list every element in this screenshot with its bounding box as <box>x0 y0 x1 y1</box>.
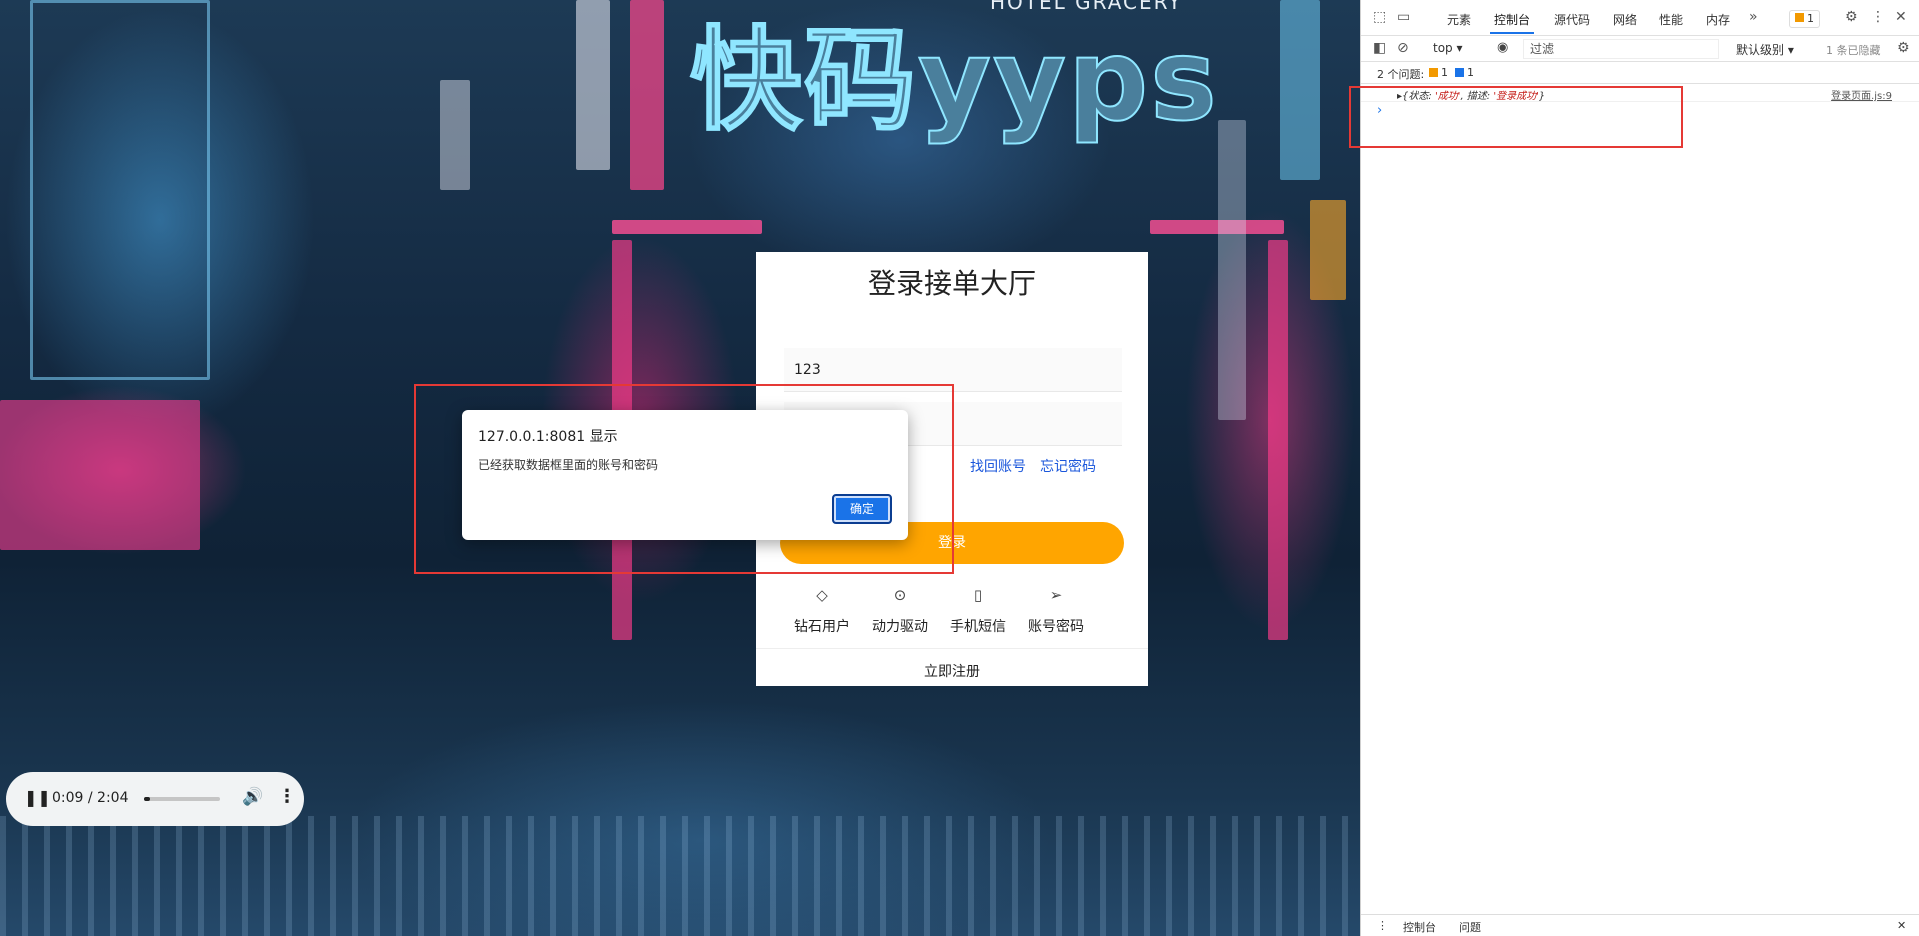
console-filter-input[interactable]: 过滤 <box>1523 39 1719 59</box>
issue-info-count: 1 <box>1467 66 1474 79</box>
recover-account-link[interactable]: 找回账号 <box>970 456 1026 476</box>
more-options-icon[interactable]: ⋮ <box>278 786 296 807</box>
device-toolbar-icon[interactable]: ▭ <box>1397 9 1410 25</box>
alert-ok-button[interactable]: 确定 <box>832 494 892 524</box>
option-label: 手机短信 <box>950 619 1006 635</box>
page-viewport: HOTEL GRACERY 快码yyps 登录接单大厅 123 找回账号 忘记密… <box>0 0 1360 936</box>
drawer-menu-icon[interactable]: ⋮ <box>1377 919 1388 932</box>
devtools-panel: ⬚ ▭ 元素 控制台 源代码 网络 性能 内存 » 1 ⚙ ⋮ ✕ ◧ ⊘ to… <box>1349 0 1919 936</box>
diamond-icon: ◇ <box>816 586 828 604</box>
tab-performance[interactable]: 性能 <box>1659 11 1683 28</box>
option-sms[interactable]: ▯ 手机短信 <box>940 584 1016 636</box>
alert-title: 127.0.0.1:8081 显示 <box>478 429 618 445</box>
info-icon <box>1455 68 1464 77</box>
hidden-count: 1 条已隐藏 <box>1826 44 1881 57</box>
phone-icon: ▯ <box>973 586 983 604</box>
alert-message: 已经获取数据框里面的账号和密码 <box>478 458 659 472</box>
console-log-entry[interactable]: ▸{状态: '成功', 描述: '登录成功'} 登录页面.js:9 <box>1361 84 1919 102</box>
neon-sign <box>1280 0 1320 180</box>
tab-console[interactable]: 控制台 <box>1489 11 1535 34</box>
option-label: 账号密码 <box>1028 619 1084 635</box>
clear-console-icon[interactable]: ⊘ <box>1397 40 1409 56</box>
warning-icon <box>1429 68 1438 77</box>
hero-title: 快码yyps <box>689 16 1219 146</box>
neon-sign <box>1268 240 1288 640</box>
warning-icon <box>1795 13 1804 22</box>
tab-sources[interactable]: 源代码 <box>1554 11 1590 28</box>
log-suffix: } <box>1538 91 1546 102</box>
option-account-password[interactable]: ➢ 账号密码 <box>1018 584 1094 636</box>
close-devtools-icon[interactable]: ✕ <box>1895 9 1907 25</box>
tab-network[interactable]: 网络 <box>1613 11 1637 28</box>
log-prefix: ▸{状态: <box>1397 91 1435 102</box>
neon-sign <box>630 0 664 190</box>
audio-seek-fill <box>144 797 150 801</box>
tab-memory[interactable]: 内存 <box>1706 11 1730 28</box>
issues-count-text: 2 个问题: <box>1377 68 1425 81</box>
audio-player: ❚❚ 0:09 / 2:04 🔊 ⋮ <box>6 772 304 826</box>
issue-warning-count: 1 <box>1441 66 1448 79</box>
neon-sign <box>1310 200 1346 300</box>
log-levels-dropdown[interactable]: 默认级别 ▾ <box>1736 41 1794 58</box>
issue-warning-chip[interactable]: 1 <box>1429 66 1448 79</box>
volume-icon[interactable]: 🔊 <box>242 787 263 807</box>
console-prompt-row[interactable]: › <box>1361 102 1919 120</box>
drawer-tab-console[interactable]: 控制台 <box>1403 919 1436 935</box>
neon-sign <box>1150 220 1284 234</box>
context-selector[interactable]: top ▾ <box>1433 41 1463 55</box>
console-toolbar: ◧ ⊘ top ▾ ◉ 过滤 默认级别 ▾ 1 条已隐藏 ⚙ <box>1361 36 1919 62</box>
neon-sign <box>0 400 200 550</box>
audio-seek-bar[interactable] <box>144 797 220 801</box>
option-label: 动力驱动 <box>872 619 928 635</box>
tab-elements[interactable]: 元素 <box>1447 11 1471 28</box>
log-status-value: '成功' <box>1434 91 1461 102</box>
log-desc-value: '登录成功' <box>1493 91 1539 102</box>
option-power-drive[interactable]: ⊙ 动力驱动 <box>862 584 938 636</box>
live-expression-eye-icon[interactable]: ◉ <box>1497 40 1508 55</box>
neon-sign <box>1218 120 1246 420</box>
neon-sign <box>612 220 762 234</box>
pause-icon[interactable]: ❚❚ <box>24 788 51 807</box>
drawer-tab-issues[interactable]: 问题 <box>1459 919 1481 935</box>
option-diamond-user[interactable]: ◇ 钻石用户 <box>784 584 860 636</box>
issues-bar[interactable]: 2 个问题: 1 1 <box>1361 62 1919 84</box>
inspect-icon[interactable]: ⬚ <box>1373 9 1386 25</box>
alert-dialog: 127.0.0.1:8081 显示 已经获取数据框里面的账号和密码 确定 <box>462 410 908 540</box>
hotel-sign-text: HOTEL GRACERY <box>990 0 1183 14</box>
neon-sign <box>576 0 610 170</box>
audio-time: 0:09 / 2:04 <box>52 790 129 806</box>
log-object: ▸{状态: '成功', 描述: '登录成功'} <box>1397 87 1545 102</box>
settings-gear-icon[interactable]: ⚙ <box>1845 9 1858 25</box>
username-value: 123 <box>794 362 821 378</box>
neon-sign <box>440 80 470 190</box>
log-source-link[interactable]: 登录页面.js:9 <box>1831 87 1892 102</box>
register-link[interactable]: 立即注册 <box>756 648 1148 681</box>
neon-sign <box>30 0 210 380</box>
devtools-tabbar: ⬚ ▭ 元素 控制台 源代码 网络 性能 内存 » 1 ⚙ ⋮ ✕ <box>1361 0 1919 36</box>
username-input[interactable]: 123 <box>784 348 1122 392</box>
close-drawer-icon[interactable]: ✕ <box>1897 919 1906 932</box>
login-title: 登录接单大厅 <box>867 267 1036 300</box>
forgot-password-link[interactable]: 忘记密码 <box>1040 456 1096 476</box>
send-icon: ➢ <box>1049 586 1063 604</box>
screen: HOTEL GRACERY 快码yyps 登录接单大厅 123 找回账号 忘记密… <box>0 0 1919 936</box>
warning-count: 1 <box>1807 12 1814 25</box>
option-label: 钻石用户 <box>794 619 850 635</box>
sidebar-toggle-icon[interactable]: ◧ <box>1373 40 1386 56</box>
console-settings-icon[interactable]: ⚙ <box>1897 40 1910 56</box>
street-reflections <box>0 816 1360 936</box>
issue-info-chip[interactable]: 1 <box>1455 66 1474 79</box>
devtools-drawer: ⋮ 控制台 问题 ✕ <box>1361 914 1919 936</box>
power-icon: ⊙ <box>893 586 907 604</box>
kebab-menu-icon[interactable]: ⋮ <box>1871 9 1885 25</box>
console-prompt: › <box>1377 103 1383 118</box>
log-mid: , 描述: <box>1460 91 1494 102</box>
more-tabs-icon[interactable]: » <box>1749 9 1758 25</box>
warning-badge[interactable]: 1 <box>1789 10 1820 28</box>
